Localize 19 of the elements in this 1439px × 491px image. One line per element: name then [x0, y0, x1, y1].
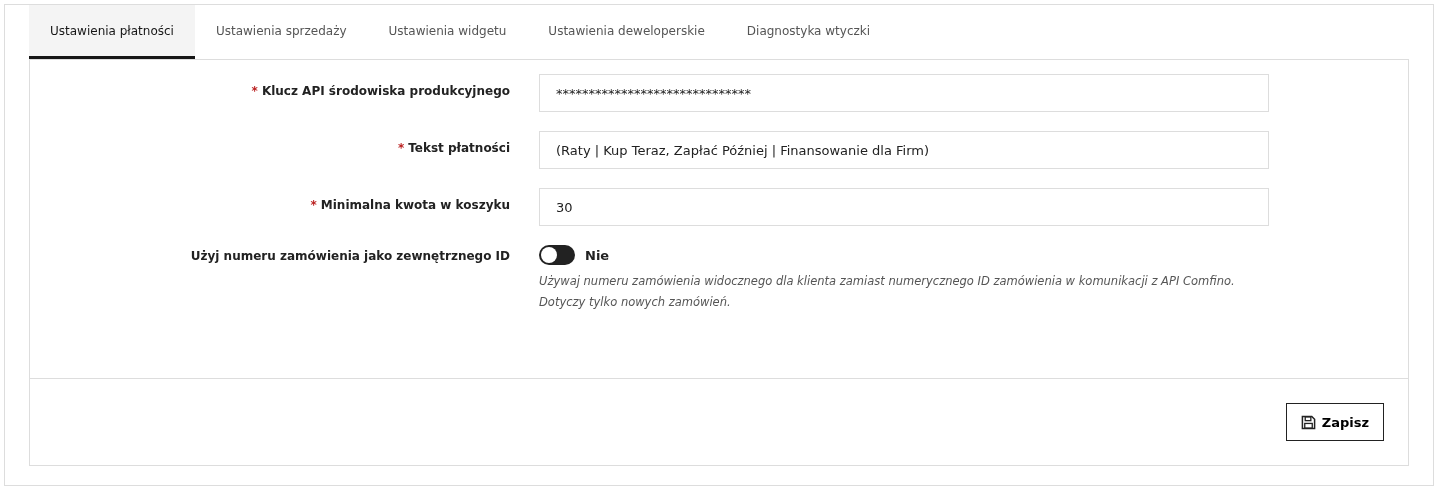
tab[interactable]: Ustawienia sprzedaży — [194, 5, 368, 59]
input-field[interactable]: (Raty | Kup Teraz, Zapłać Później | Finansowanie dla Firm) — [539, 131, 1269, 169]
tab[interactable]: Ustawienia widgetu — [367, 5, 528, 59]
help-text: Używaj numeru zamówienia widocznego dla klienta zamiast numerycznego ID zamówienia w komunikacji z API Comfino. Dotyczy tylko nowych zamówień. — [539, 273, 1236, 311]
required-asterisk: * — [397, 141, 405, 155]
field-label: Klucz API środowiska produkcyjnego — [261, 84, 510, 98]
field-label: Minimalna kwota w koszyku — [320, 198, 510, 212]
input-field[interactable]: ****************************** — [539, 74, 1269, 112]
input-field[interactable]: 30 — [539, 188, 1269, 226]
tab[interactable]: Diagnostyka wtyczki — [725, 5, 892, 59]
tab[interactable]: Ustawienia płatności — [29, 5, 195, 59]
tab[interactable]: Ustawienia deweloperskie — [527, 5, 726, 59]
required-asterisk: * — [251, 84, 258, 98]
toggle-state-label: Nie — [585, 247, 610, 263]
save-button[interactable]: Zapisz — [1285, 403, 1384, 441]
required-asterisk: * — [310, 198, 317, 212]
field-label: Użyj numeru zamówienia jako zewnętrznego ID — [190, 249, 510, 263]
toggle-switch[interactable] — [539, 245, 575, 265]
field-label: Tekst płatności — [408, 141, 510, 155]
